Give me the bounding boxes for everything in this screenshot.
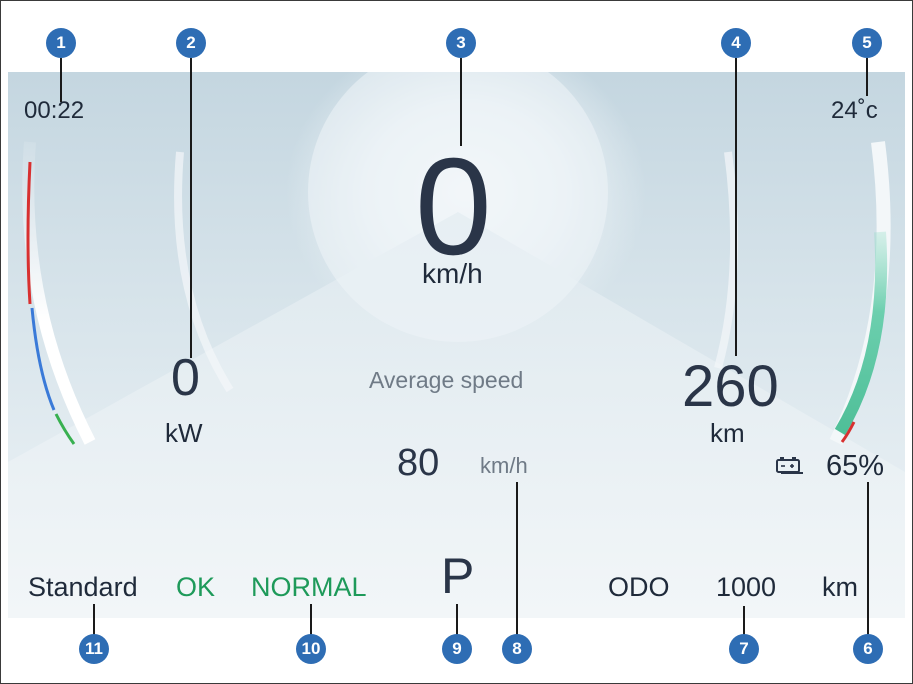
callout-line-9 xyxy=(456,604,458,638)
callout-line-11 xyxy=(93,604,95,638)
callout-badge-1: 1 xyxy=(46,28,76,58)
battery-icon xyxy=(776,457,803,474)
callout-line-5 xyxy=(866,58,868,96)
callout-line-3 xyxy=(460,58,462,146)
average-speed-label: Average speed xyxy=(369,367,524,393)
callout-badge-6: 6 xyxy=(853,634,883,664)
callout-line-2 xyxy=(190,58,192,358)
callout-line-8 xyxy=(516,482,518,638)
callout-badge-8: 8 xyxy=(502,634,532,664)
average-speed-unit: km/h xyxy=(480,453,528,478)
power-value: 0 xyxy=(171,349,200,407)
average-speed-value: 80 xyxy=(397,442,440,484)
callout-line-4 xyxy=(735,58,737,356)
callout-badge-5: 5 xyxy=(852,28,882,58)
status-normal: NORMAL xyxy=(251,572,367,602)
callout-badge-2: 2 xyxy=(176,28,206,58)
callout-badge-7: 7 xyxy=(729,634,759,664)
status-ok: OK xyxy=(176,572,216,602)
speed-unit: km/h xyxy=(422,258,483,289)
odo-unit: km xyxy=(822,572,858,602)
clock-time: 00:22 xyxy=(24,97,85,124)
callout-badge-9: 9 xyxy=(442,634,472,664)
battery-percent: 65% xyxy=(826,450,885,482)
callout-line-6 xyxy=(867,482,869,638)
speed-value: 0 xyxy=(415,130,492,284)
range-value: 260 xyxy=(682,354,779,419)
callout-line-10 xyxy=(310,604,312,638)
drive-mode: Standard xyxy=(28,572,138,602)
inner-arc-right xyxy=(714,151,739,370)
callout-badge-4: 4 xyxy=(721,28,751,58)
outside-temperature: 24˚c xyxy=(831,97,878,124)
odo-label: ODO xyxy=(608,572,670,602)
odo-value: 1000 xyxy=(716,572,777,602)
callout-line-1 xyxy=(60,58,62,102)
callout-badge-10: 10 xyxy=(296,634,326,664)
power-arc-track xyxy=(22,141,96,445)
callout-badge-3: 3 xyxy=(446,28,476,58)
callout-badge-11: 11 xyxy=(79,634,109,664)
range-unit: km xyxy=(710,418,745,448)
gear-indicator: P xyxy=(441,548,475,604)
power-unit: kW xyxy=(165,418,203,448)
